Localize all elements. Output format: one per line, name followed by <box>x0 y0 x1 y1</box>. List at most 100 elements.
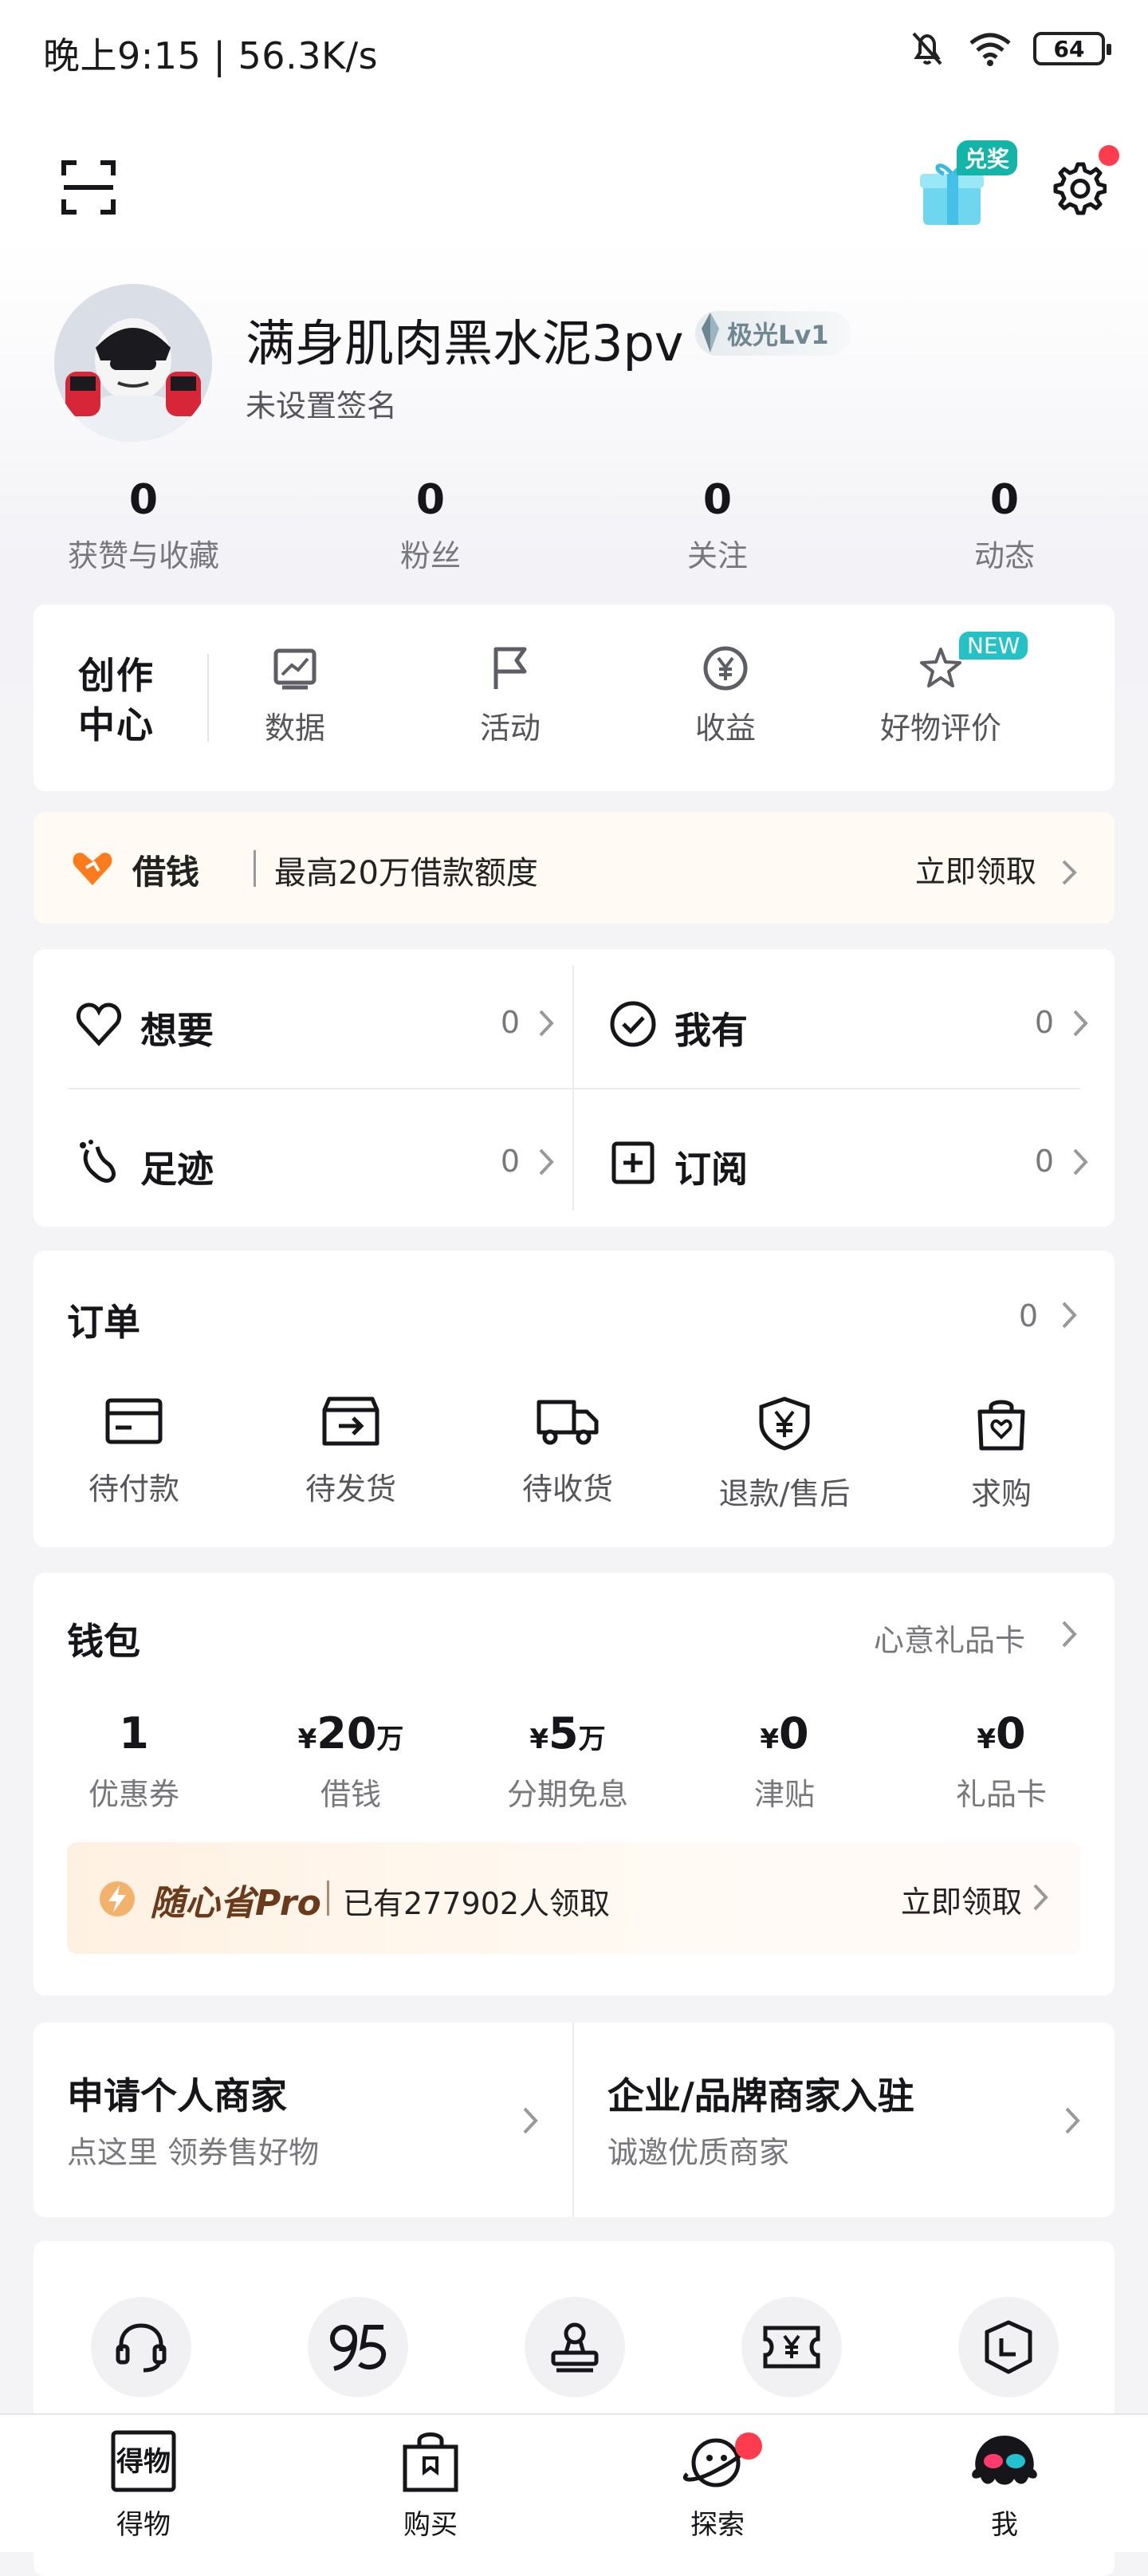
collection-footprint[interactable]: 足迹 0 <box>67 1102 568 1222</box>
authenticity-button[interactable] <box>958 2297 1059 2397</box>
creator-item-label: 收益 <box>694 711 756 746</box>
chevron-right-icon <box>1073 1148 1088 1176</box>
order-label: 待发货 <box>305 1471 396 1507</box>
tab-buy[interactable]: 购买 <box>351 2429 510 2542</box>
settings-notification-dot <box>1099 145 1119 166</box>
wallet-prefix: ¥ <box>977 1723 997 1755</box>
order-label: 求购 <box>970 1476 1032 1511</box>
orders-card: 订单 0 待付款 待发货 待收货 退款/售后 求购 <box>33 1251 1115 1547</box>
dewu-logo-icon: 得物 <box>111 2430 176 2492</box>
octopus-icon <box>972 2432 1037 2485</box>
wallet-label: 礼品卡 <box>955 1777 1047 1812</box>
customer-service-button[interactable] <box>91 2297 191 2397</box>
creator-item-label: 活动 <box>479 711 541 746</box>
tab-label: 得物 <box>116 2509 171 2541</box>
stamp-icon <box>551 2322 599 2373</box>
creator-item-activity[interactable]: 活动 <box>431 644 590 747</box>
wallet-unit: 万 <box>578 1723 606 1755</box>
plus-square-icon <box>611 1141 655 1184</box>
loan-cta[interactable]: 立即领取 <box>915 847 1078 891</box>
loan-banner[interactable]: 借钱 最高20万借款额度 立即领取 <box>33 812 1115 924</box>
divider <box>68 1088 1080 1089</box>
chevron-right-icon[interactable] <box>1060 1619 1078 1649</box>
creator-item-income[interactable]: 收益 <box>646 644 805 747</box>
wallet-prefix: ¥ <box>297 1723 317 1755</box>
stat-likes[interactable]: 0 获赞与收藏 <box>0 472 287 575</box>
stat-value: 0 <box>128 476 159 524</box>
collection-want[interactable]: 想要 0 <box>67 963 568 1083</box>
95-icon <box>330 2325 387 2371</box>
footprint-icon <box>80 1140 116 1183</box>
creator-item-data[interactable]: 数据 <box>215 644 375 747</box>
nickname[interactable]: 满身肌肉黑水泥3pv <box>246 303 684 375</box>
wifi-icon <box>969 33 1011 66</box>
collection-name: 足迹 <box>140 1148 214 1191</box>
merchant-subtitle: 点这里 领券售好物 <box>67 2135 320 2170</box>
stat-label: 动态 <box>973 538 1035 573</box>
chevron-right-icon <box>1062 860 1077 885</box>
ticket-yuan-icon <box>763 2326 820 2369</box>
wallet-installment[interactable]: ¥5万 分期免息 <box>464 1708 671 1814</box>
95-service-button[interactable] <box>308 2297 408 2397</box>
creator-center-card: 创作 中心 数据 活动 收益 好物评价 <box>33 605 1115 791</box>
stat-label: 关注 <box>686 538 748 573</box>
chevron-right-icon[interactable] <box>1060 1300 1078 1330</box>
divider <box>207 654 209 742</box>
wallet-loan[interactable]: ¥20万 借钱 <box>247 1708 454 1814</box>
box-icon <box>322 1396 379 1446</box>
merchant-personal[interactable]: 申请个人商家 点这里 领券售好物 <box>33 2023 572 2217</box>
tab-me[interactable]: 我 <box>925 2429 1084 2542</box>
stat-following[interactable]: 0 关注 <box>574 472 861 575</box>
wallet-value: 5 <box>548 1708 579 1759</box>
battery-level: 64 <box>1053 35 1085 62</box>
merchant-title: 申请个人商家 <box>67 2074 287 2117</box>
orders-count[interactable]: 0 <box>1019 1298 1038 1333</box>
order-pending-payment[interactable]: 待付款 <box>30 1396 238 1508</box>
stat-label: 粉丝 <box>399 538 461 573</box>
collection-count: 0 <box>1034 1005 1054 1040</box>
order-label: 待付款 <box>88 1471 179 1507</box>
stat-posts[interactable]: 0 动态 <box>861 472 1148 575</box>
avatar[interactable] <box>54 284 212 442</box>
orders-title[interactable]: 订单 <box>67 1294 140 1346</box>
order-pending-shipment[interactable]: 待发货 <box>247 1396 454 1508</box>
stat-fans[interactable]: 0 粉丝 <box>287 472 574 575</box>
divider <box>572 965 574 1211</box>
new-badge: NEW <box>959 632 1028 660</box>
order-label: 待收货 <box>521 1471 613 1507</box>
coupon-ticket-button[interactable] <box>741 2297 842 2397</box>
order-refund-after-sale[interactable]: 退款/售后 <box>681 1396 888 1513</box>
wallet-gift-card[interactable]: ¥0 礼品卡 <box>898 1708 1105 1814</box>
stat-value: 0 <box>989 476 1020 524</box>
level-label: 极光Lv1 <box>727 320 829 350</box>
battery-icon: 64 <box>1033 32 1111 65</box>
wallet-allowance[interactable]: ¥0 津贴 <box>681 1708 888 1814</box>
chevron-right-icon <box>539 1010 554 1037</box>
tab-dewu[interactable]: 得物 得物 <box>64 2429 223 2542</box>
gift-card-link[interactable]: 心意礼品卡 <box>874 1616 1025 1660</box>
order-pending-receipt[interactable]: 待收货 <box>464 1396 671 1508</box>
order-label: 退款/售后 <box>718 1476 851 1511</box>
merchant-enterprise[interactable]: 企业/品牌商家入驻 诚邀优质商家 <box>574 2023 1115 2217</box>
gift-badge: 兑奖 <box>957 140 1018 175</box>
order-want-to-buy[interactable]: 求购 <box>898 1396 1105 1513</box>
explore-notification-dot <box>735 2432 762 2460</box>
wallet-title[interactable]: 钱包 <box>67 1613 140 1665</box>
promo-banner[interactable]: 随心省Pro 已有277902人领取 立即领取 <box>67 1842 1081 1954</box>
tab-explore[interactable]: 探索 <box>638 2429 797 2542</box>
identity-verify-button[interactable] <box>525 2297 625 2397</box>
wallet-value: 1 <box>119 1708 149 1759</box>
signature[interactable]: 未设置签名 <box>246 381 397 425</box>
promo-cta[interactable]: 立即领取 <box>901 1877 1022 1921</box>
chevron-right-icon <box>539 1148 554 1176</box>
chevron-right-icon <box>1065 2107 1080 2134</box>
settings-gear-icon[interactable] <box>1049 160 1107 217</box>
creator-item-review[interactable]: 好物评价 <box>861 644 1020 747</box>
wallet-coupon[interactable]: 1 优惠券 <box>30 1708 238 1814</box>
collection-subscribe[interactable]: 订阅 0 <box>601 1102 1102 1222</box>
scan-icon[interactable] <box>61 160 116 215</box>
wallet-unit: 万 <box>376 1723 404 1755</box>
creator-center-title[interactable]: 创作 中心 <box>78 651 155 750</box>
collection-have[interactable]: 我有 0 <box>601 963 1102 1083</box>
status-icons: 64 <box>907 29 1111 69</box>
